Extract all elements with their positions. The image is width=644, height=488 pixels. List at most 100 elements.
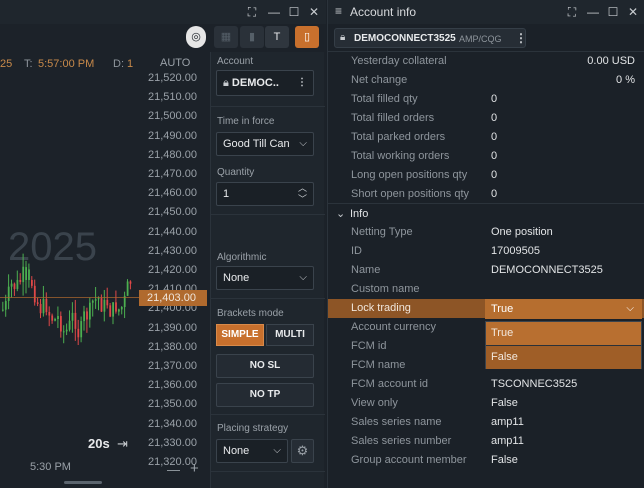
account-sub: AMP/CQG — [459, 34, 502, 44]
more-icon[interactable]: ⋮ — [297, 71, 307, 95]
menu-icon[interactable]: ≡ — [335, 4, 342, 18]
chart-toolbar: ◎ ▦ ▮ T ▯ — [0, 24, 326, 52]
window-title: Account info — [350, 5, 417, 19]
quantity-label: Quantity — [217, 167, 255, 178]
order-panel-toggle-icon[interactable]: ▯ — [295, 26, 319, 48]
tif-label: Time in force — [217, 116, 275, 127]
order-entry-panel: Account 🔒︎ DEMOC.. ⋮ Time in force Good … — [210, 52, 325, 488]
price-tick: 21,370.00 — [148, 360, 197, 372]
price-axis[interactable]: AUTO 21,520.00 21,510.00 21,500.00 21,490.0… — [140, 52, 208, 468]
time-axis-label: 5:30 PM — [30, 461, 71, 473]
info-row: Name DEMOCONNECT3525 — [328, 261, 644, 280]
candle-body — [60, 316, 62, 332]
price-tick: 21,330.00 — [148, 436, 197, 449]
info-row: FCM account id TSCONNEC3525 — [328, 375, 644, 394]
lock-trading-select[interactable]: True ⌵ — [485, 299, 642, 319]
close-icon[interactable]: ✕ — [625, 4, 641, 20]
candle-body — [83, 311, 85, 322]
algo-select[interactable]: None ⌵ — [216, 266, 314, 290]
info-section-header[interactable]: Info — [350, 208, 368, 220]
text-tool-icon[interactable]: T — [265, 26, 289, 48]
chart-settings-icon[interactable]: ◎ — [186, 26, 206, 48]
simple-mode-button[interactable]: SIMPLE — [216, 324, 264, 346]
chart-window: ⛶ — ☐ ✕ ◎ ▦ ▮ T ▯ 25 T: 5:57:00 PM D: 1 … — [0, 0, 326, 488]
candle-body — [4, 300, 7, 310]
candle-body — [109, 305, 112, 317]
account-select[interactable]: 🔒︎ DEMOC.. ⋮ — [216, 70, 314, 96]
stat-key: Total parked orders — [351, 131, 446, 143]
candle-body — [94, 299, 97, 301]
divider — [328, 203, 644, 204]
stat-row: Short open positions qty 0 — [328, 185, 644, 204]
info-key: ID — [351, 245, 362, 257]
candle-body — [86, 311, 88, 320]
account-info-window: ≡ Account info ⛶ — ☐ ✕ 🔒︎ DEMOCONNECT352… — [327, 0, 644, 488]
divider — [211, 298, 325, 299]
placing-select[interactable]: None ⌵ — [216, 439, 288, 463]
chevron-down-icon: ⌵ — [273, 445, 281, 456]
section-collapse-icon[interactable]: ⌄ — [336, 207, 345, 220]
stat-value: 0 — [491, 169, 498, 181]
stat-key: Total filled orders — [351, 112, 435, 124]
info-value: amp11 — [491, 435, 524, 447]
grid-icon[interactable]: ▦ — [214, 26, 238, 48]
candle-body — [118, 309, 120, 312]
no-tp-button[interactable]: NO TP — [216, 383, 314, 407]
price-tick: 21,520.00 — [148, 72, 197, 84]
axis-mode-label[interactable]: AUTO — [160, 57, 190, 69]
lock-icon: 🔒︎ — [340, 32, 346, 43]
price-tick: 21,440.00 — [148, 225, 197, 238]
candle-body — [120, 306, 123, 310]
option-true[interactable]: True — [486, 322, 641, 345]
divider — [211, 471, 325, 472]
candle-body — [2, 309, 4, 311]
chevron-down-icon: ⌵ — [626, 303, 634, 314]
maximize-icon[interactable]: ☐ — [286, 4, 302, 20]
info-row: Group account member False — [328, 451, 644, 470]
divider — [211, 106, 325, 107]
tif-select[interactable]: Good Till Can ⌵ — [216, 132, 314, 156]
candle-body — [126, 281, 129, 296]
info-row: Netting Type One position — [328, 223, 644, 242]
no-sl-button[interactable]: NO SL — [216, 354, 314, 378]
candle-body — [19, 280, 22, 283]
candle-body — [16, 279, 19, 289]
account-selector[interactable]: 🔒︎ DEMOCONNECT3525 AMP/CQG ⋮ — [334, 28, 527, 48]
scroll-to-end-icon[interactable]: ⇥ — [117, 436, 128, 452]
info-value: One position — [491, 226, 553, 238]
option-false[interactable]: False — [486, 346, 641, 369]
quantity-stepper[interactable]: 1 ︿ ﹀ — [216, 182, 314, 206]
info-row: View only False — [328, 394, 644, 413]
stat-value: 0 — [491, 112, 498, 124]
more-icon[interactable]: ⋮ — [515, 31, 527, 45]
chart-info-row: 25 T: 5:57:00 PM D: 1 — [0, 58, 140, 74]
close-icon[interactable]: ✕ — [306, 4, 322, 20]
candle-body — [129, 281, 132, 284]
expand-icon[interactable]: ⛶ — [244, 4, 260, 20]
lock-icon[interactable]: ▮ — [240, 26, 264, 48]
maximize-icon[interactable]: ☐ — [605, 4, 621, 20]
expand-icon[interactable]: ⛶ — [564, 4, 580, 20]
stepper-icon[interactable]: ︿ ﹀ — [298, 183, 307, 205]
stat-key: Short open positions qty — [351, 188, 470, 200]
info-row: ID 17009505 — [328, 242, 644, 261]
candle-body — [115, 302, 117, 312]
zoom-out-icon[interactable]: — — [167, 462, 180, 477]
candle-body — [45, 298, 48, 312]
minimize-icon[interactable]: — — [585, 4, 601, 20]
time-value: 5:57:00 PM — [38, 58, 95, 70]
candle-body — [22, 266, 25, 283]
stat-value: 0 — [491, 188, 498, 200]
info-row: Sales series name amp11 — [328, 413, 644, 432]
minimize-icon[interactable]: — — [266, 4, 282, 20]
price-tick: 21,430.00 — [148, 244, 197, 257]
multi-mode-button[interactable]: MULTI — [266, 324, 314, 346]
timeframe-label[interactable]: 20s — [88, 436, 110, 451]
time-scrollbar[interactable] — [64, 481, 102, 484]
candle-body — [36, 302, 39, 304]
stat-row: Net change 0 % — [328, 71, 644, 90]
zoom-in-icon[interactable]: + — [190, 460, 199, 477]
gear-icon[interactable]: ⚙ — [291, 439, 314, 463]
stat-value: 0 % — [616, 74, 635, 86]
info-key: Sales series number — [351, 435, 452, 447]
